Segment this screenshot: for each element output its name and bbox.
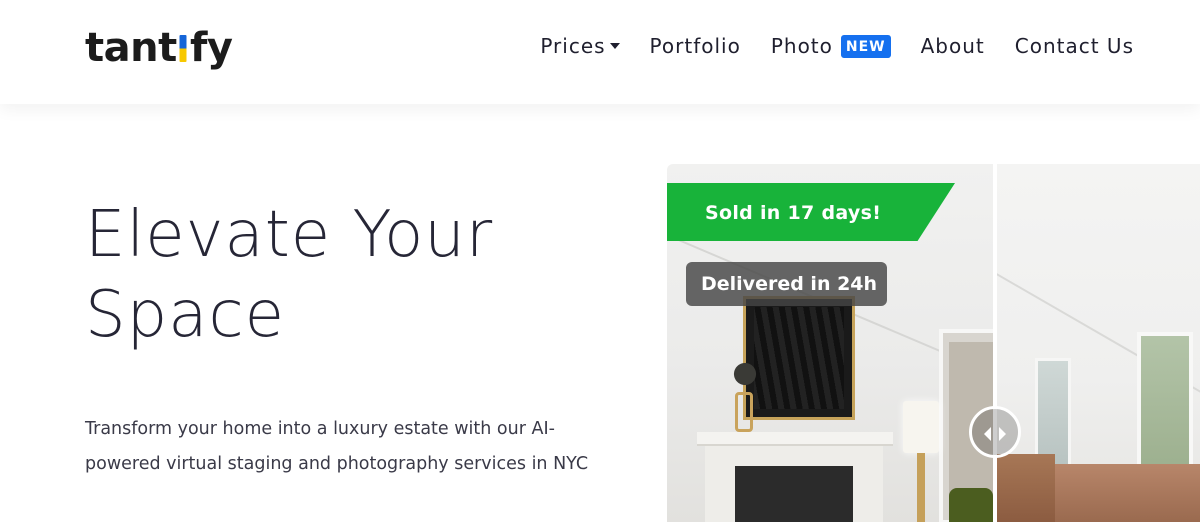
nav-item-portfolio[interactable]: Portfolio (650, 34, 741, 58)
vase-decor (735, 392, 753, 432)
logo-text-start: tant (85, 25, 177, 71)
arrow-right-icon (999, 427, 1006, 441)
window-right (1137, 332, 1193, 472)
hardwood-floor-left (995, 454, 1055, 522)
nav-contact-label: Contact Us (1014, 34, 1134, 58)
floor-lamp (903, 401, 939, 453)
compare-slider-icon[interactable] (969, 406, 1021, 458)
lamp-stand (917, 453, 925, 522)
caret-down-icon (609, 43, 620, 49)
wall-artwork (743, 296, 855, 420)
nav-about-label: About (920, 34, 985, 58)
main-nav: Prices Portfolio Photo NEW About Contact… (540, 34, 1134, 58)
before-after-comparison[interactable]: Sold in 17 days! Delivered in 24h (667, 164, 1200, 522)
nav-portfolio-label: Portfolio (649, 34, 741, 58)
nav-item-contact[interactable]: Contact Us (1015, 34, 1134, 58)
new-badge: NEW (840, 34, 891, 58)
nav-item-about[interactable]: About (921, 34, 985, 58)
nav-photo-label: Photo (770, 34, 833, 58)
sold-label: Sold in 17 days! (705, 202, 882, 224)
green-chair (949, 488, 993, 522)
arrow-left-icon (984, 427, 991, 441)
plant-decor (725, 356, 765, 392)
comparison-divider[interactable] (993, 164, 997, 522)
fireplace-opening (735, 466, 853, 522)
tantify-logo[interactable]: tantify (85, 22, 233, 74)
fireplace-mantle (697, 432, 893, 446)
nav-prices-label: Prices (540, 34, 606, 58)
hero-subtitle: Transform your home into a luxury estate… (85, 419, 589, 474)
site-header: tantify Prices Portfolio Photo NEW About… (0, 0, 1200, 104)
empty-room-image (995, 164, 1200, 522)
logo-i-flag: i (177, 22, 190, 74)
hero-title: Elevate Your Space (85, 195, 605, 355)
hero-title-line1: Elevate Your (85, 198, 494, 272)
nav-item-photo[interactable]: Photo NEW (771, 34, 891, 58)
hero-title-line2: Space (85, 278, 286, 352)
nav-item-prices[interactable]: Prices (540, 34, 620, 58)
logo-text-end: fy (189, 25, 233, 71)
delivered-badge: Delivered in 24h (686, 262, 888, 306)
